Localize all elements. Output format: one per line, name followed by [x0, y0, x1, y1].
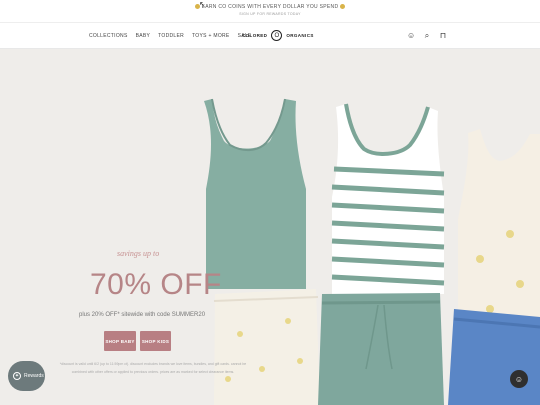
hero-subline: plus 20% OFF* sitewide with code SUMMER2… [79, 312, 206, 318]
rewards-badge-icon: ✦ [13, 372, 21, 380]
nav-icons: ☺ ⌕ ⊓ [407, 31, 447, 41]
shop-kids-button[interactable]: SHOP KIDS [140, 331, 171, 351]
hero-fineprint: *discount is valid until 6/2 (up to 11:5… [59, 362, 247, 374]
nav-link-toys-more[interactable]: TOYS + MORE [192, 33, 230, 39]
announcement-bar: EARN CO COINS WITH EVERY DOLLAR YOU SPEN… [0, 0, 540, 22]
nav-link-collections[interactable]: COLLECTIONS [89, 33, 128, 39]
nav-links: COLLECTIONS BABY TODDLER TOYS + MORE SAL… [89, 33, 252, 39]
shop-baby-button[interactable]: SHOP BABY [104, 331, 136, 351]
rewards-icon[interactable]: ☺ [407, 31, 415, 41]
hero-banner[interactable]: savings up to 70% OFF plus 20% OFF* site… [0, 49, 540, 405]
logo-word-left: COLORED [242, 33, 268, 38]
search-icon[interactable]: ⌕ [423, 31, 431, 41]
rewards-label: Rewards [24, 373, 44, 379]
mouse-cursor-icon: ↖ [199, 0, 206, 9]
hero-headline: 70% OFF [90, 268, 222, 301]
announcement-text[interactable]: EARN CO COINS WITH EVERY DOLLAR YOU SPEN… [0, 4, 540, 10]
chat-icon[interactable]: ☺ [510, 370, 528, 388]
coin-icon [340, 4, 346, 10]
nav-link-toddler[interactable]: TODDLER [158, 33, 184, 39]
rewards-widget-button[interactable]: ✦ Rewards [8, 361, 45, 391]
announcement-subtext[interactable]: SIGN UP FOR REWARDS TODAY [0, 12, 540, 16]
nav-link-baby[interactable]: BABY [136, 33, 151, 39]
brand-logo[interactable]: COLORED O ORGANICS [242, 30, 314, 41]
logo-mark: O [271, 30, 283, 41]
hero-product-image [204, 98, 540, 405]
main-navigation: COLLECTIONS BABY TODDLER TOYS + MORE SAL… [0, 22, 540, 49]
logo-word-right: ORGANICS [286, 33, 314, 38]
bag-icon[interactable]: ⊓ [439, 31, 447, 41]
hero-kicker: savings up to [117, 249, 160, 258]
